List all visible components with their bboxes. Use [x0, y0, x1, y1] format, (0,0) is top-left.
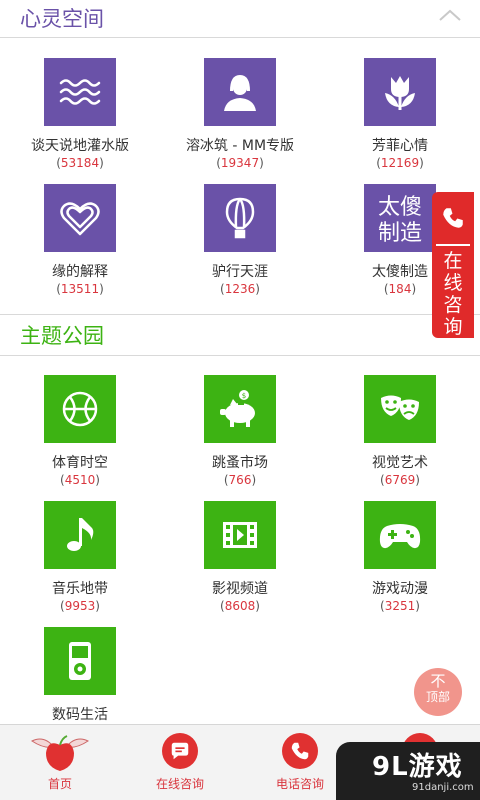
item-count: (3251)	[380, 599, 420, 613]
forum-item[interactable]: 谈天说地灌水版 (53184)	[0, 58, 160, 176]
music-player-icon	[44, 627, 116, 695]
nav-online-consult[interactable]: 在线咨询	[120, 725, 240, 800]
item-label: 游戏动漫	[372, 581, 428, 597]
phone-icon	[432, 192, 474, 244]
item-count: (1236)	[220, 282, 260, 296]
arrow-icon: 不	[430, 672, 446, 690]
item-label: 音乐地带	[52, 581, 108, 597]
item-count: (53184)	[56, 156, 104, 170]
heart-icon	[44, 184, 116, 252]
forum-item[interactable]: 体育时空 (4510)	[0, 375, 160, 493]
tulip-icon	[364, 58, 436, 126]
item-label: 跳蚤市场	[212, 455, 268, 471]
phone-call-icon	[282, 733, 318, 769]
svg-text:制造: 制造	[378, 221, 422, 246]
side-tab-label: 在线咨询	[432, 250, 474, 338]
section-title: 主题公园	[20, 324, 104, 348]
item-label: 芳菲心情	[372, 138, 428, 154]
online-consult-side-tab[interactable]: 在线咨询	[432, 192, 474, 338]
item-label: 驴行天涯	[212, 264, 268, 280]
item-label: 谈天说地灌水版	[31, 138, 129, 154]
item-label: 溶冰筑 - MM专版	[185, 138, 295, 154]
piggy-bank-icon: $	[204, 375, 276, 443]
watermark-logo: 9L游戏	[372, 752, 463, 782]
music-note-icon	[44, 501, 116, 569]
forum-item[interactable]: 溶冰筑 - MM专版 (19347)	[160, 58, 320, 176]
watermark: 9L游戏 91danji.com	[336, 742, 480, 800]
hot-air-balloon-icon	[204, 184, 276, 252]
item-count: (4510)	[60, 473, 100, 487]
forum-item[interactable]: 驴行天涯 (1236)	[160, 184, 320, 302]
section-header-theme-park[interactable]: 主题公园	[0, 314, 480, 356]
item-count: (19347)	[216, 156, 264, 170]
section-header-mind-space[interactable]: 心灵空间	[0, 0, 480, 38]
gamepad-icon	[364, 501, 436, 569]
item-count: (9953)	[60, 599, 100, 613]
woman-avatar-icon	[204, 58, 276, 126]
nav-home[interactable]: 首页	[0, 725, 120, 800]
forum-item[interactable]: 音乐地带 (9953)	[0, 501, 160, 619]
back-to-top-button[interactable]: 不 顶部	[414, 668, 462, 716]
svg-text:太傻: 太傻	[378, 195, 422, 220]
item-label: 视觉艺术	[372, 455, 428, 471]
nav-label: 在线咨询	[155, 777, 204, 791]
nav-label: 首页	[47, 777, 72, 791]
item-count: (13511)	[56, 282, 104, 296]
item-label: 缘的解释	[52, 264, 108, 280]
forum-item[interactable]: $ 跳蚤市场 (766)	[160, 375, 320, 493]
item-count: (766)	[223, 473, 257, 487]
chevron-up-icon[interactable]	[438, 8, 462, 22]
film-icon	[204, 501, 276, 569]
item-label: 影视频道	[212, 581, 268, 597]
svg-text:$: $	[242, 392, 246, 400]
item-label: 数码生活	[52, 707, 108, 723]
text-logo-icon: 太傻 制造	[364, 184, 436, 252]
side-tab-text: 在线咨询	[443, 250, 463, 338]
forum-item[interactable]: 游戏动漫 (3251)	[320, 501, 480, 619]
drama-masks-icon	[364, 375, 436, 443]
item-count: (8608)	[220, 599, 260, 613]
divider	[436, 244, 470, 246]
forum-item[interactable]: 影视频道 (8608)	[160, 501, 320, 619]
forum-item[interactable]: 视觉艺术 (6769)	[320, 375, 480, 493]
chat-bubble-icon	[162, 733, 198, 769]
apple-wings-icon	[31, 735, 89, 771]
item-label: 体育时空	[52, 455, 108, 471]
watermark-url: 91danji.com	[412, 782, 474, 793]
back-to-top-label: 顶部	[425, 690, 450, 704]
section-title: 心灵空间	[20, 7, 104, 31]
item-count: (6769)	[380, 473, 420, 487]
forum-item[interactable]: 芳菲心情 (12169)	[320, 58, 480, 176]
waves-icon	[44, 58, 116, 126]
item-count: (12169)	[376, 156, 424, 170]
basketball-icon	[44, 375, 116, 443]
forum-item[interactable]: 缘的解释 (13511)	[0, 184, 160, 302]
